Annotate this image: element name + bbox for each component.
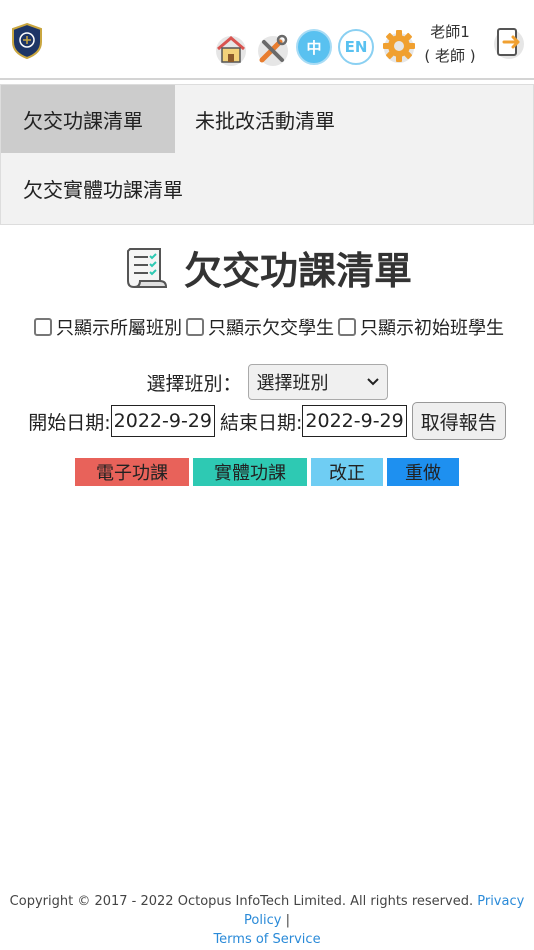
tools-icon[interactable] (254, 30, 292, 68)
tab-bar: 欠交功課清單 未批改活動清單 欠交實體功課清單 (0, 84, 534, 225)
class-select-row: 選擇班別： 選擇班別 (0, 364, 534, 400)
filter-checkboxes: 只顯示所屬班別 只顯示欠交學生 只顯示初始班學生 (0, 314, 534, 340)
page-title: 欠交功課清單 (183, 249, 412, 293)
tab-missing-physical-homework[interactable]: 欠交實體功課清單 (1, 154, 241, 222)
category-legend: 電子功課 實體功課 改正 重做 (0, 458, 534, 486)
user-role: ( 老師 ) (424, 47, 476, 65)
chevron-down-icon (366, 378, 379, 386)
gear-icon[interactable] (380, 27, 418, 65)
start-date-input[interactable]: 2022-9-29 (110, 405, 215, 437)
category-correction: 改正 (311, 458, 383, 486)
filter-missing-students-label: 只顯示欠交學生 (208, 318, 334, 339)
terms-of-service-link[interactable]: Terms of Service (213, 932, 320, 947)
category-redo: 重做 (387, 458, 459, 486)
logout-icon[interactable] (490, 24, 528, 62)
user-info: 老師1 ( 老師 ) (420, 20, 480, 68)
home-icon[interactable] (212, 30, 250, 68)
filter-own-class-checkbox[interactable] (34, 318, 52, 336)
school-logo-icon[interactable] (10, 22, 44, 60)
tab-ungraded-activities[interactable]: 未批改活動清單 (175, 85, 395, 153)
footer-separator: | (285, 913, 290, 928)
category-electronic-homework: 電子功課 (75, 458, 189, 486)
footer: Copyright © 2017 - 2022 Octopus InfoTech… (0, 892, 534, 949)
filter-missing-students-checkbox[interactable] (186, 318, 204, 336)
class-select-label: 選擇班別： (146, 372, 242, 395)
get-report-button[interactable]: 取得報告 (411, 402, 506, 440)
start-date-label: 開始日期: (28, 411, 111, 434)
category-physical-homework: 實體功課 (193, 458, 307, 486)
end-date-label: 結束日期: (219, 411, 303, 434)
tab-missing-homework[interactable]: 欠交功課清單 (1, 85, 175, 153)
copyright-text: Copyright © 2017 - 2022 Octopus InfoTech… (9, 894, 474, 909)
date-range-row: 開始日期: 2022-9-29 結束日期: 2022-9-29 取得報告 (0, 402, 534, 440)
lang-en-button[interactable]: EN (338, 29, 374, 65)
lang-zh-button[interactable]: 中 (296, 29, 332, 65)
filter-initial-class-checkbox[interactable] (338, 318, 356, 336)
user-name: 老師1 (430, 23, 470, 41)
page-title-area: 欠交功課清單 (0, 240, 534, 295)
filter-own-class-label: 只顯示所屬班別 (56, 318, 182, 339)
class-select[interactable]: 選擇班別 (247, 364, 388, 400)
filter-initial-class-label: 只顯示初始班學生 (360, 318, 504, 339)
checklist-icon (126, 247, 167, 288)
class-select-value: 選擇班別 (256, 373, 329, 394)
top-header: 中 EN 老師1 ( 老師 ) (0, 0, 534, 80)
end-date-input[interactable]: 2022-9-29 (302, 405, 407, 437)
